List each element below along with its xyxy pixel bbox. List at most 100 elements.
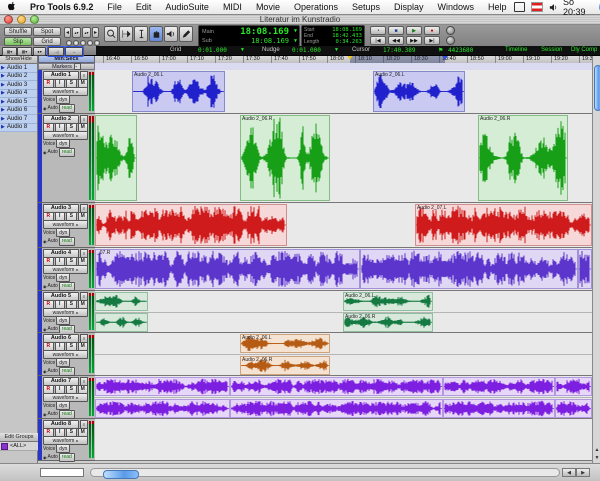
audio-region-audio-2-06-r[interactable]: Audio 2_06.R	[240, 356, 330, 375]
mode-grid-button[interactable]: Grid	[33, 37, 61, 46]
audio-region[interactable]	[443, 377, 555, 396]
play-button[interactable]: ▶	[406, 26, 422, 35]
sub-counter-menu-icon[interactable]: ▼	[294, 38, 297, 44]
track-lane-audio-6[interactable]: Audio 2_06.L Audio 2_06.R	[95, 333, 592, 376]
menu-edit[interactable]: Edit	[129, 2, 159, 12]
automation-mode-selector[interactable]: read	[59, 148, 75, 157]
record-button[interactable]: ●	[424, 26, 440, 35]
show-hide-item-audio-3[interactable]: ▶Audio 3	[0, 81, 37, 90]
automation-mode-selector[interactable]: read	[59, 104, 75, 113]
menu-pro-tools-6-9-2[interactable]: Pro Tools 6.9.2	[23, 2, 100, 12]
tab-to-transient-icon[interactable]: →|	[48, 47, 64, 56]
track-lane-audio-5[interactable]: Audio 2_06.L Audio 2_06.R	[95, 291, 592, 333]
audio-region[interactable]	[230, 399, 443, 418]
scrubber-tool-button[interactable]	[164, 26, 178, 42]
audio-region[interactable]	[95, 204, 287, 246]
mode-slip-button[interactable]: Slip	[4, 37, 32, 46]
menu-windows[interactable]: Windows	[431, 2, 482, 12]
audio-region-audio-2-06-l[interactable]: Audio 2_06.L	[373, 71, 465, 112]
audio-region[interactable]	[443, 399, 555, 418]
audio-region-audio-2-06-r[interactable]: Audio 2_06.R	[343, 313, 433, 332]
audio-region[interactable]	[95, 292, 148, 311]
grid-value[interactable]: 0:01.000	[198, 47, 227, 54]
menu-operations[interactable]: Operations	[287, 2, 345, 12]
display-icon[interactable]	[514, 2, 525, 12]
automation-mode-selector[interactable]: read	[59, 453, 75, 462]
zoom-out-button[interactable]: ◂	[64, 27, 71, 38]
menu-midi[interactable]: MIDI	[216, 2, 249, 12]
nudge-menu-icon[interactable]: ▼	[334, 47, 339, 53]
speaker-icon[interactable]	[549, 3, 557, 12]
audio-region[interactable]	[95, 115, 137, 201]
audio-region-audio-2-06-l[interactable]: Audio 2_06.L	[132, 71, 225, 112]
audio-region-audio-2-06-r[interactable]: Audio 2_06.R	[478, 115, 568, 201]
timeline-status[interactable]: Timeline	[505, 47, 527, 53]
show-hide-item-audio-4[interactable]: ▶Audio 4	[0, 90, 37, 99]
link-edit-timeline-icon[interactable]: ↔	[65, 47, 83, 56]
zoom-in-button[interactable]: ▸	[92, 27, 99, 38]
menu-setups[interactable]: Setups	[345, 2, 387, 12]
mode-spot-button[interactable]: Spot	[33, 27, 61, 36]
session-status[interactable]: Session	[541, 47, 562, 53]
main-counter-value[interactable]: 18:08.169	[240, 27, 289, 37]
menu-audiosuite[interactable]: AudioSuite	[158, 2, 216, 12]
audio-region--07-r[interactable]: _07.R	[95, 249, 360, 289]
timeline-selection[interactable]	[350, 55, 445, 63]
window-title-bar[interactable]: Literatur im Kunstradio	[0, 14, 600, 25]
grabber-tool-button[interactable]	[149, 26, 163, 42]
bottom-text-field[interactable]	[40, 468, 84, 477]
show-hide-item-audio-7[interactable]: ▶Audio 7	[0, 115, 37, 124]
menu-movie[interactable]: Movie	[249, 2, 287, 12]
zoomer-tool-button[interactable]	[104, 26, 118, 42]
show-hide-item-audio-5[interactable]: ▶Audio 5	[0, 98, 37, 107]
track-lane-audio-1[interactable]: Audio 2_06.L Audio 2_06.L	[95, 70, 592, 114]
audio-region[interactable]	[578, 249, 592, 289]
pre-roll-knob[interactable]	[446, 26, 455, 35]
menu-display[interactable]: Display	[387, 2, 431, 12]
automation-mode-selector[interactable]: read	[59, 410, 75, 419]
delay-comp-status[interactable]: Dly Comp	[571, 47, 597, 53]
vertical-scrollbar-thumb[interactable]	[594, 65, 600, 111]
stop-button[interactable]: ■	[388, 26, 404, 35]
rewind-button[interactable]: ◀◀	[388, 36, 404, 45]
markers-ruler-name[interactable]: Markers +	[38, 63, 95, 70]
automation-mode-selector[interactable]: read	[59, 282, 75, 291]
track-lane-audio-4[interactable]: _07.R	[95, 248, 592, 291]
audio-region-audio-2-06-l[interactable]: Audio 2_06.L	[343, 292, 433, 311]
audio-region[interactable]	[555, 399, 592, 418]
show-hide-item-audio-1[interactable]: ▶Audio 1	[0, 64, 37, 73]
audio-region-audio-2-06-r[interactable]: Audio 2_06.R	[240, 115, 330, 201]
mode-shuffle-button[interactable]: Shuffle	[4, 27, 32, 36]
horizontal-scrollbar[interactable]	[90, 468, 560, 477]
audio-region[interactable]	[95, 377, 230, 396]
zoom-button[interactable]	[30, 15, 39, 24]
track-view-icon[interactable]: ▦▾	[17, 47, 32, 56]
apple-menu[interactable]	[0, 1, 23, 13]
audio-region[interactable]	[360, 249, 578, 289]
edit-group-item[interactable]: <ALL>	[0, 442, 38, 451]
track-lane-audio-8[interactable]	[95, 419, 592, 461]
scroll-right-arrow[interactable]: ▶	[576, 468, 590, 477]
length-value[interactable]: 0:34.263	[336, 39, 363, 45]
online-button[interactable]: ◔	[370, 26, 386, 35]
go-to-end-button[interactable]: ▶|	[424, 36, 440, 45]
trim-tool-button[interactable]	[119, 26, 133, 42]
automation-mode-selector[interactable]: read	[59, 237, 75, 246]
audio-region[interactable]	[555, 377, 592, 396]
show-hide-item-audio-6[interactable]: ▶Audio 6	[0, 107, 37, 116]
vertical-scrollbar[interactable]: ▲ ▼	[592, 55, 600, 463]
menu-file[interactable]: File	[100, 2, 129, 12]
audio-region[interactable]	[95, 399, 230, 418]
audio-region-audio-2-06-l[interactable]: Audio 2_06.L	[240, 334, 330, 353]
track-lane-audio-3[interactable]: Audio 2_07.L	[95, 203, 592, 248]
zoom-vertical-midi[interactable]: ▴▾	[82, 27, 91, 38]
show-hide-header[interactable]: Show/Hide	[0, 55, 37, 64]
edit-groups-header[interactable]: Edit Groups	[0, 433, 38, 442]
audio-region[interactable]	[95, 313, 148, 332]
show-hide-item-audio-8[interactable]: ▶Audio 8	[0, 124, 37, 133]
scroll-down-arrow[interactable]: ▼	[593, 454, 600, 462]
pencil-tool-button[interactable]	[179, 26, 193, 42]
add-marker-button[interactable]: +	[74, 63, 81, 70]
selector-tool-button[interactable]	[134, 26, 148, 42]
zoom-vertical-audio[interactable]: ▴▾	[72, 27, 81, 38]
